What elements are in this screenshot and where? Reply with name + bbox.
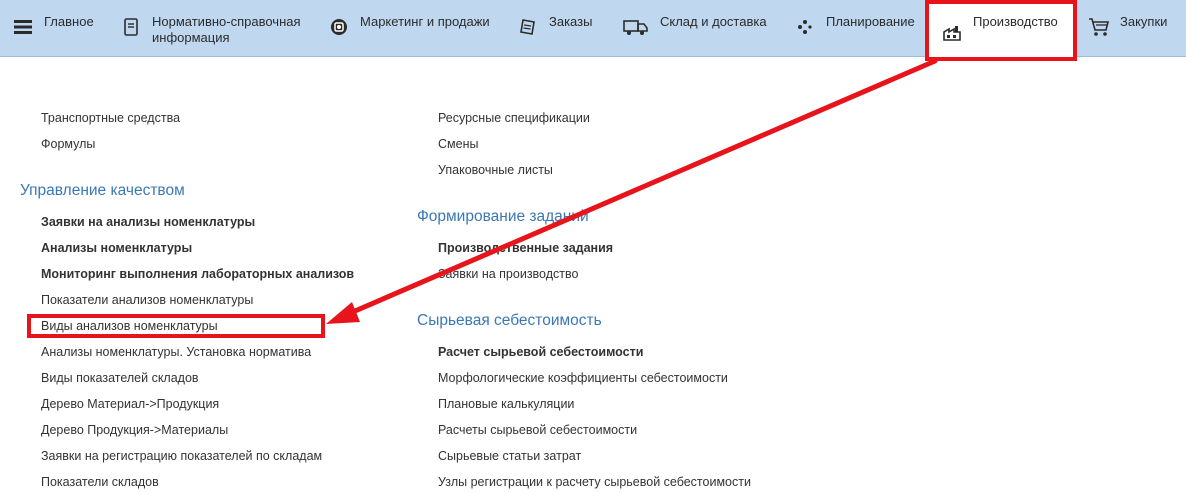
link-planned-calculations[interactable]: Плановые калькуляции — [438, 397, 574, 411]
nav-item-label: Закупки — [1120, 14, 1168, 29]
link-raw-cost-items[interactable]: Сырьевые статьи затрат — [438, 449, 581, 463]
section-title-raw-cost: Сырьевая себестоимость — [417, 312, 602, 329]
book-icon — [120, 16, 142, 38]
cart-icon — [1088, 16, 1110, 38]
section-title-tasks: Формирование заданий — [417, 208, 589, 225]
highlight-box-analysis-types — [27, 314, 325, 338]
link-warehouse-indicator-types[interactable]: Виды показателей складов — [41, 371, 199, 385]
nav-item-orders[interactable]: Заказы — [517, 0, 592, 57]
nav-item-label: Главное — [44, 14, 94, 29]
link-raw-cost-calculation[interactable]: Расчет сырьевой себестоимости — [438, 345, 643, 359]
nav-item-label: Заказы — [549, 14, 593, 29]
nav-item-label: Склад и доставка — [660, 14, 767, 29]
truck-icon — [622, 16, 650, 38]
link-tree-material-product[interactable]: Дерево Материал->Продукция — [41, 397, 219, 411]
link-item-analyses[interactable]: Анализы номенклатуры — [41, 241, 192, 255]
nav-item-planning[interactable]: Планирование — [794, 0, 915, 57]
section-title-quality: Управление качеством — [20, 182, 185, 199]
link-raw-cost-calculations[interactable]: Расчеты сырьевой себестоимости — [438, 423, 637, 437]
nav-item-label: Планирование — [826, 14, 915, 29]
link-resource-specs[interactable]: Ресурсные спецификации — [438, 111, 590, 125]
nav-item-label: Нормативно-справочная информация — [152, 14, 301, 45]
nav-item-marketing[interactable]: Маркетинг и продажи — [328, 0, 490, 57]
nav-item-main[interactable]: Главное — [12, 0, 94, 57]
nav-item-purchases[interactable]: Закупки — [1088, 0, 1167, 57]
nav-item-reference-info[interactable]: Нормативно-справочная информация — [120, 0, 301, 57]
link-tree-product-materials[interactable]: Дерево Продукция->Материалы — [41, 423, 228, 437]
link-transport-vehicles[interactable]: Транспортные средства — [41, 111, 180, 125]
link-production-tasks[interactable]: Производственные задания — [438, 241, 613, 255]
highlight-box-production-tab — [925, 0, 1077, 61]
link-lab-monitoring[interactable]: Мониторинг выполнения лабораторных анали… — [41, 267, 354, 281]
nav-item-warehouse[interactable]: Склад и доставка — [622, 0, 767, 57]
link-production-requests[interactable]: Заявки на производство — [438, 267, 578, 281]
menu-icon — [12, 16, 34, 38]
link-packing-lists[interactable]: Упаковочные листы — [438, 163, 553, 177]
marketing-icon — [328, 16, 350, 38]
link-shifts[interactable]: Смены — [438, 137, 478, 151]
nav-item-label: Маркетинг и продажи — [360, 14, 490, 29]
link-morphological-coefficients[interactable]: Морфологические коэффициенты себестоимос… — [438, 371, 728, 385]
link-formulas[interactable]: Формулы — [41, 137, 95, 151]
link-indicator-registration-requests[interactable]: Заявки на регистрацию показателей по скл… — [41, 449, 322, 463]
link-registration-nodes[interactable]: Узлы регистрации к расчету сырьевой себе… — [438, 475, 751, 489]
link-analysis-indicators[interactable]: Показатели анализов номенклатуры — [41, 293, 253, 307]
orders-icon — [517, 16, 539, 38]
link-warehouse-indicators[interactable]: Показатели складов — [41, 475, 159, 489]
link-set-standard[interactable]: Анализы номенклатуры. Установка норматив… — [41, 345, 311, 359]
link-analysis-requests[interactable]: Заявки на анализы номенклатуры — [41, 215, 255, 229]
planning-icon — [794, 16, 816, 38]
